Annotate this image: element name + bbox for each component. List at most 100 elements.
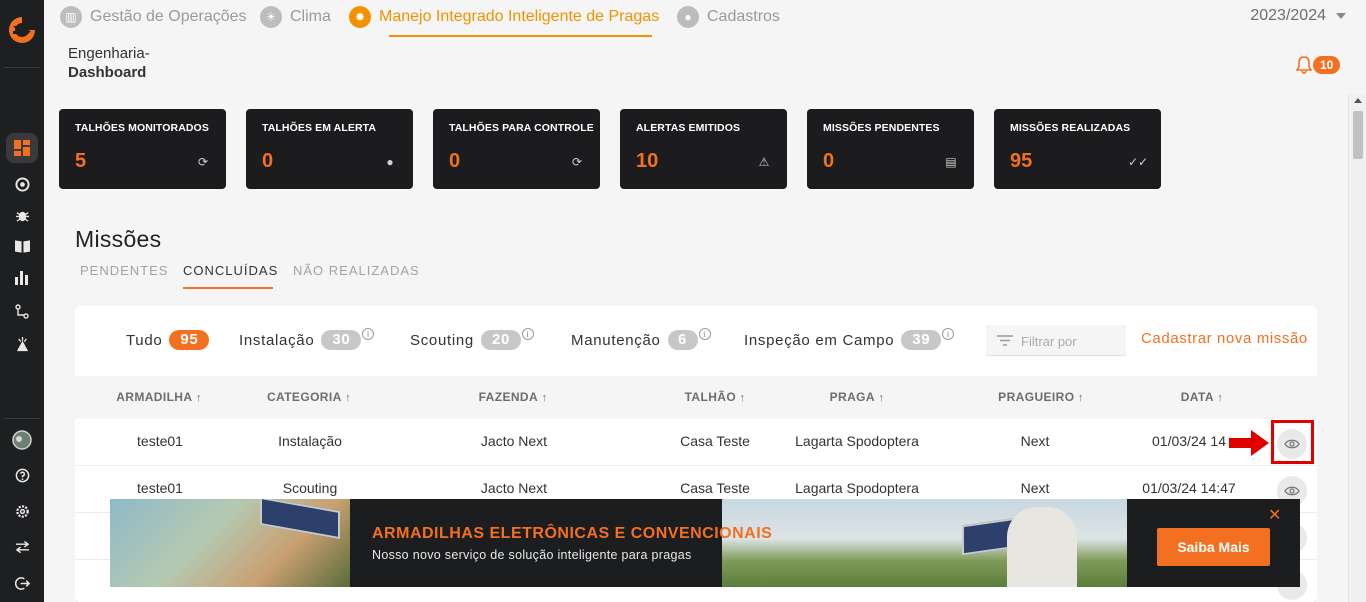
pest-management-icon: ✹: [349, 6, 371, 28]
card-value: 95: [1010, 150, 1033, 172]
dot-icon: ●: [386, 155, 394, 169]
card-title: MISSÕES REALIZADAS: [1010, 122, 1131, 134]
card-pending-missions[interactable]: MISSÕES PENDENTES 0 ▤: [807, 109, 974, 189]
tab-pending[interactable]: PENDENTES: [80, 263, 168, 278]
scrollbar[interactable]: [1348, 94, 1366, 602]
search-input[interactable]: [1021, 331, 1121, 351]
route-icon[interactable]: [11, 300, 33, 322]
column-header-trap[interactable]: ARMADILHA: [116, 390, 202, 404]
column-header-category[interactable]: CATEGORIA: [267, 390, 351, 404]
cell-category: Scouting: [282, 480, 338, 496]
filter-maintenance[interactable]: Manutenção 6 i: [571, 328, 711, 350]
nav-tab-label: Clima: [290, 8, 331, 25]
radar-icon[interactable]: [11, 173, 33, 195]
promo-banner[interactable]: ARMADILHAS ELETRÔNICAS E CONVENCIONAIS N…: [110, 499, 1300, 587]
filter-label: Instalação: [239, 331, 315, 349]
help-icon[interactable]: [11, 464, 33, 486]
nav-tab-label: Cadastros: [707, 8, 780, 25]
logout-icon[interactable]: [11, 572, 33, 594]
banner-title: ARMADILHAS ELETRÔNICAS E CONVENCIONAIS: [372, 525, 773, 542]
active-tab-indicator: [389, 35, 652, 37]
cell-scout: Next: [1020, 433, 1050, 449]
solar-panel-image: [260, 499, 340, 540]
learn-more-button[interactable]: Saiba Mais: [1157, 528, 1270, 566]
avatar[interactable]: [11, 429, 33, 451]
column-header-scout[interactable]: PRAGUEIRO: [998, 390, 1084, 404]
notification-count-badge: 10: [1313, 56, 1341, 74]
filter-count-badge: 95: [169, 330, 210, 350]
column-header-pest[interactable]: PRAGA: [830, 390, 885, 404]
settings-icon[interactable]: [11, 500, 33, 522]
season-selector[interactable]: 2023/2024: [1250, 7, 1346, 25]
dashboard-icon[interactable]: [6, 133, 38, 163]
cell-farm: Jacto Next: [480, 433, 548, 449]
filter-count-badge: 30: [321, 330, 362, 350]
trap-icon[interactable]: [11, 333, 33, 355]
card-value: 10: [636, 150, 659, 172]
operations-icon: ▥: [60, 6, 82, 28]
filter-count-badge: 39: [901, 330, 942, 350]
filter-scouting[interactable]: Scouting 20 i: [410, 328, 534, 350]
bug-icon[interactable]: [11, 204, 33, 226]
swap-icon[interactable]: [11, 536, 33, 558]
new-mission-button[interactable]: Cadastrar nova missão: [1141, 330, 1308, 347]
info-icon[interactable]: i: [942, 328, 955, 340]
nav-tab-operations[interactable]: ▥ Gestão de Operações: [60, 0, 247, 34]
cell-plot: Casa Teste: [680, 433, 750, 449]
banner-subtitle: Nosso novo serviço de solução inteligent…: [372, 548, 692, 562]
highlight-box: [1271, 420, 1314, 464]
cell-plot: Casa Teste: [680, 480, 750, 496]
card-value: 5: [75, 150, 87, 172]
scroll-up-icon[interactable]: [1354, 98, 1362, 103]
card-completed-missions[interactable]: MISSÕES REALIZADAS 95 ✓✓: [994, 109, 1161, 189]
filter-installation[interactable]: Instalação 30 i: [239, 328, 375, 350]
info-icon[interactable]: i: [698, 328, 711, 340]
refresh-icon: ⟳: [571, 155, 583, 169]
nav-tab-climate[interactable]: ☀ Clima: [260, 0, 331, 34]
warning-icon: ⚠: [758, 155, 770, 169]
cell-pest: Lagarta Spodoptera: [795, 480, 919, 496]
card-title: TALHÕES MONITORADOS: [75, 122, 209, 134]
card-control-plots[interactable]: TALHÕES PARA CONTROLE 0 ⟳: [433, 109, 600, 189]
filter-label: Tudo: [126, 331, 163, 349]
card-monitored-plots[interactable]: TALHÕES MONITORADOS 5 ⟳: [59, 109, 226, 189]
cell-farm: Jacto Next: [480, 480, 548, 496]
scrollbar-thumb[interactable]: [1353, 111, 1363, 159]
tab-completed[interactable]: CONCLUÍDAS: [183, 263, 278, 278]
filter-all[interactable]: Tudo 95: [126, 330, 210, 350]
bell-icon[interactable]: [1296, 56, 1312, 74]
info-icon[interactable]: i: [362, 328, 375, 340]
climate-icon: ☀: [260, 6, 282, 28]
tab-not-done[interactable]: NÃO REALIZADAS: [293, 263, 420, 278]
banner-photo-right: [722, 499, 1127, 587]
cell-pest: Lagarta Spodoptera: [795, 433, 919, 449]
column-header-plot[interactable]: TALHÃO: [685, 390, 746, 404]
card-title: MISSÕES PENDENTES: [823, 122, 940, 134]
card-title: TALHÕES PARA CONTROLE: [449, 122, 594, 134]
filter-field-inspection[interactable]: Inspeção em Campo 39 i: [744, 328, 955, 350]
logo-icon[interactable]: [6, 14, 38, 46]
nav-tab-label: Manejo Integrado Inteligente de Pragas: [379, 8, 660, 25]
card-alert-plots[interactable]: TALHÕES EM ALERTA 0 ●: [246, 109, 413, 189]
bar-chart-icon[interactable]: [11, 267, 33, 289]
nav-tab-registrations[interactable]: ● Cadastros: [677, 0, 780, 34]
double-check-icon: ✓✓: [1127, 155, 1149, 169]
filter-count-badge: 20: [480, 330, 521, 350]
cell-date: 01/03/24 14: [1152, 433, 1226, 449]
rail-divider: [4, 418, 40, 419]
close-icon[interactable]: ✕: [1268, 505, 1281, 525]
info-icon[interactable]: i: [521, 328, 534, 340]
column-header-date[interactable]: DATA: [1181, 390, 1224, 404]
search-box[interactable]: [986, 325, 1126, 356]
cell-scout: Next: [1020, 480, 1050, 496]
book-icon[interactable]: [11, 235, 33, 257]
section-title: Missões: [75, 226, 162, 252]
nav-tab-pest-management[interactable]: ✹ Manejo Integrado Inteligente de Pragas: [349, 0, 659, 34]
table-row[interactable]: teste01 Instalação Jacto Next Casa Teste…: [75, 419, 1317, 466]
card-value: 0: [823, 150, 835, 172]
card-alerts-issued[interactable]: ALERTAS EMITIDOS 10 ⚠: [620, 109, 787, 189]
pointer-arrow-icon: [1229, 430, 1269, 456]
column-header-farm[interactable]: FAZENDA: [479, 390, 548, 404]
left-rail: [0, 0, 44, 602]
cell-trap: teste01: [137, 433, 183, 449]
